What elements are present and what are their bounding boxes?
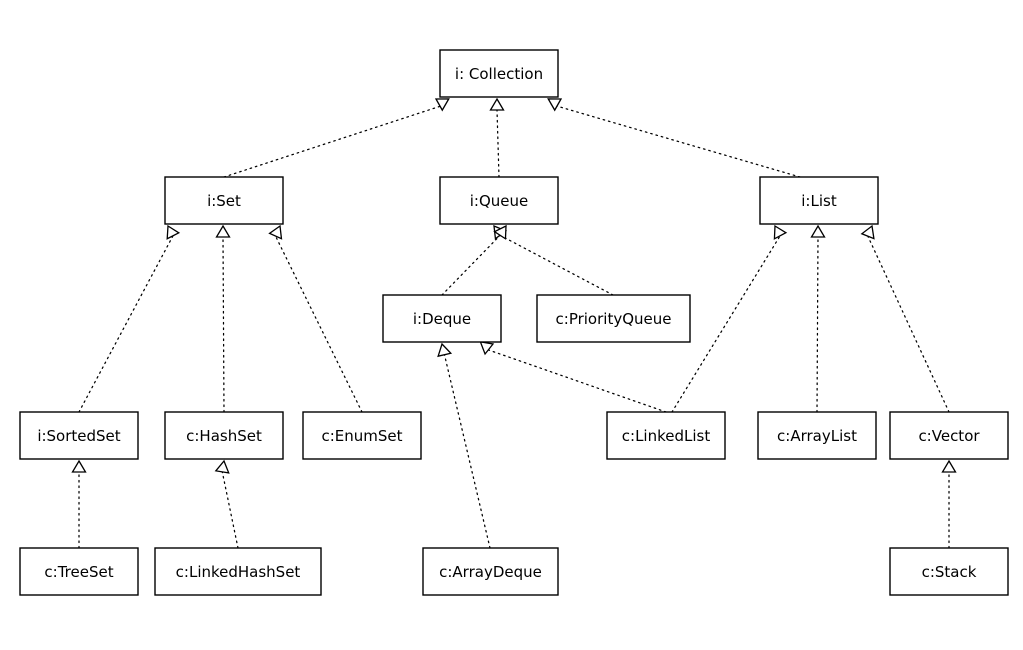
- uml-node-deque[interactable]: i:Deque: [382, 294, 502, 343]
- inheritance-edge-deque-to-queue: [441, 224, 508, 296]
- inheritance-edge-linkedhashset-to-hashset: [214, 459, 239, 549]
- uml-node-priorityqueue[interactable]: c:PriorityQueue: [536, 294, 691, 343]
- hollow-triangle-arrowhead-icon: [860, 224, 875, 240]
- uml-node-label: c:HashSet: [186, 427, 262, 445]
- uml-node-label: c:Stack: [922, 563, 977, 581]
- inheritance-edge-arraydeque-to-deque: [437, 342, 491, 549]
- uml-node-label: i:SortedSet: [37, 427, 120, 445]
- edge-line: [222, 236, 225, 413]
- hollow-triangle-arrowhead-icon: [941, 459, 957, 473]
- edge-line: [499, 234, 614, 296]
- hollow-triangle-arrowhead-icon: [268, 224, 283, 240]
- edge-line: [496, 109, 500, 178]
- uml-node-label: i: Collection: [455, 65, 543, 83]
- inheritance-edge-linkedlist-to-deque: [479, 341, 667, 413]
- inheritance-edge-enumset-to-set: [268, 224, 363, 413]
- uml-node-sortedset[interactable]: i:SortedSet: [19, 411, 139, 460]
- hollow-triangle-arrowhead-icon: [434, 98, 450, 112]
- uml-node-label: c:PriorityQueue: [556, 310, 672, 328]
- uml-node-linkedlist[interactable]: c:LinkedList: [606, 411, 726, 460]
- edge-line: [223, 103, 447, 178]
- uml-node-label: c:LinkedList: [622, 427, 711, 445]
- hollow-triangle-arrowhead-icon: [547, 98, 563, 112]
- edge-line: [441, 234, 502, 296]
- edges-layer: [71, 97, 957, 549]
- edge-line: [221, 471, 239, 549]
- uml-node-vector[interactable]: c:Vector: [889, 411, 1009, 460]
- hollow-triangle-arrowhead-icon: [773, 224, 788, 240]
- inheritance-edge-vector-to-list: [860, 224, 950, 413]
- uml-node-label: c:Vector: [918, 427, 980, 445]
- inheritance-edge-set-to-collection: [223, 98, 450, 178]
- uml-node-label: c:LinkedHashSet: [176, 563, 301, 581]
- inheritance-edge-arraylist-to-list: [810, 224, 826, 413]
- edge-line: [867, 235, 950, 413]
- inheritance-edge-queue-to-collection: [489, 97, 505, 178]
- edge-line: [816, 236, 819, 413]
- edge-line: [482, 347, 667, 413]
- inheritance-edge-sortedset-to-set: [78, 224, 181, 413]
- uml-node-label: i:Deque: [413, 310, 471, 328]
- uml-node-enumset[interactable]: c:EnumSet: [302, 411, 422, 460]
- inheritance-edge-hashset-to-set: [215, 224, 231, 413]
- uml-node-label: c:EnumSet: [321, 427, 402, 445]
- nodes-layer: i: Collection i:Set i:Queue i:List i:Deque c:…: [19, 49, 1009, 596]
- hollow-triangle-arrowhead-icon: [489, 97, 505, 111]
- uml-node-stack[interactable]: c:Stack: [889, 547, 1009, 596]
- uml-node-arraydeque[interactable]: c:ArrayDeque: [422, 547, 559, 596]
- edge-line: [443, 354, 491, 549]
- uml-node-queue[interactable]: i:Queue: [439, 176, 559, 225]
- hollow-triangle-arrowhead-icon: [215, 224, 231, 238]
- inheritance-edge-priorityqueue-to-queue: [493, 224, 614, 296]
- uml-node-label: i:List: [801, 192, 837, 210]
- uml-node-list[interactable]: i:List: [759, 176, 879, 225]
- uml-node-linkedhashset[interactable]: c:LinkedHashSet: [154, 547, 322, 596]
- hollow-triangle-arrowhead-icon: [214, 459, 230, 474]
- inheritance-edge-list-to-collection: [547, 98, 801, 178]
- hollow-triangle-arrowhead-icon: [437, 342, 453, 358]
- edge-line: [274, 235, 363, 413]
- uml-diagram-svg: i: Collection i:Set i:Queue i:List i:Deque c:…: [19, 49, 1009, 596]
- edge-line: [550, 103, 801, 178]
- hollow-triangle-arrowhead-icon: [479, 341, 495, 356]
- uml-class-diagram-canvas: i: Collection i:Set i:Queue i:List i:Deque c:…: [0, 0, 1023, 650]
- edge-line: [78, 235, 174, 413]
- inheritance-edge-stack-to-vector: [941, 459, 957, 549]
- hollow-triangle-arrowhead-icon: [810, 224, 826, 238]
- uml-node-set[interactable]: i:Set: [164, 176, 284, 225]
- uml-node-treeset[interactable]: c:TreeSet: [19, 547, 139, 596]
- uml-node-arraylist[interactable]: c:ArrayList: [757, 411, 877, 460]
- uml-node-label: c:ArrayDeque: [439, 563, 542, 581]
- uml-node-label: i:Set: [207, 192, 241, 210]
- uml-node-label: c:TreeSet: [44, 563, 113, 581]
- uml-node-hashset[interactable]: c:HashSet: [164, 411, 284, 460]
- uml-node-label: i:Queue: [470, 192, 529, 210]
- uml-node-label: c:ArrayList: [777, 427, 857, 445]
- uml-node-collection[interactable]: i: Collection: [439, 49, 559, 98]
- hollow-triangle-arrowhead-icon: [71, 459, 87, 473]
- inheritance-edge-treeset-to-sortedset: [71, 459, 87, 549]
